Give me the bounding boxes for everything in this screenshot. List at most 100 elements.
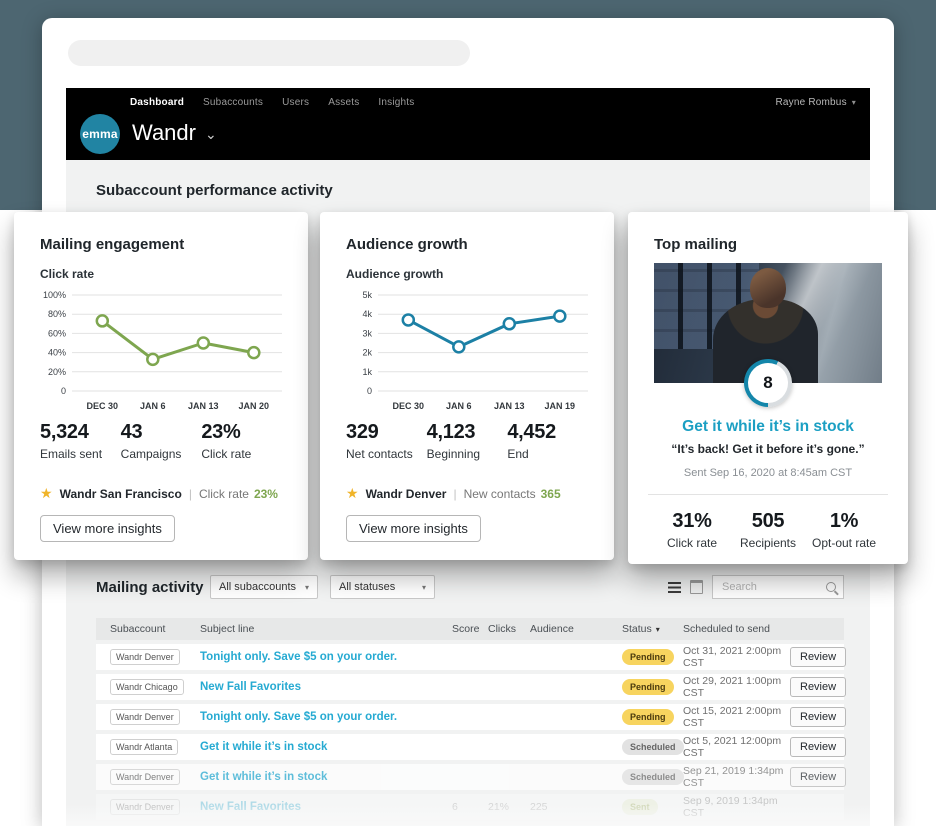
mailing-activity-section: Mailing activity All subaccounts ▾ All s… [96, 575, 847, 820]
subject-link[interactable]: Get it while it’s in stock [200, 771, 452, 783]
top-subaccount-highlight: ★ Wandr Denver | New contacts 365 [346, 485, 588, 502]
page-title: Subaccount performance activity [96, 182, 333, 199]
svg-text:0: 0 [61, 386, 66, 396]
user-menu[interactable]: Rayne Rombus ▾ [775, 97, 856, 108]
stat-label: Click rate [201, 447, 252, 461]
table-row[interactable]: Wandr Chicago New Fall Favorites Pending… [96, 674, 847, 700]
table-row[interactable]: Wandr Denver New Fall Favorites 6 21% 22… [96, 794, 844, 820]
subject-link[interactable]: Get it while it’s in stock [200, 741, 452, 753]
col-status-sort[interactable]: Status ▾ [622, 623, 683, 635]
svg-text:20%: 20% [48, 367, 66, 377]
nav-item-assets[interactable]: Assets [328, 97, 359, 108]
account-name: Wandr [132, 120, 196, 145]
svg-text:0: 0 [367, 386, 372, 396]
review-button[interactable]: Review [790, 767, 847, 787]
subaccount-pill: Wandr Atlanta [110, 739, 179, 755]
top-nav: Dashboard Subaccounts Users Assets Insig… [130, 97, 856, 108]
highlight-metric-label: Click rate [198, 486, 249, 501]
scheduled-text: Oct 31, 2021 2:00pm CST [683, 645, 782, 669]
status-filter[interactable]: All statuses ▾ [330, 575, 435, 599]
subject-link[interactable]: New Fall Favorites [200, 681, 452, 693]
subaccount-filter[interactable]: All subaccounts ▾ [210, 575, 318, 599]
stat-value: 1% [829, 510, 859, 532]
col-subject: Subject line [200, 623, 255, 635]
stat-value: 43 [120, 421, 143, 443]
svg-text:DEC 30: DEC 30 [87, 401, 119, 411]
separator: | [453, 486, 457, 501]
stat-label: Beginning [426, 447, 481, 461]
scheduled-text: Sep 21, 2019 1:34pm CST [683, 765, 784, 789]
review-button[interactable]: Review [790, 677, 847, 697]
click-rate-chart: 0 20% 40% 60% 80% 100% DEC 30 JAN 6 JAN 13 JAN 20 [40, 285, 282, 417]
status-badge: Pending [622, 709, 674, 725]
stat-label: Campaigns [120, 447, 182, 461]
nav-item-users[interactable]: Users [282, 97, 309, 108]
subaccount-pill: Wandr Denver [110, 799, 180, 815]
list-view-icon[interactable] [668, 581, 681, 593]
user-name: Rayne Rombus [775, 97, 847, 108]
clicks-value: 21% [488, 801, 510, 813]
svg-text:40%: 40% [48, 348, 66, 358]
highlight-metric-label: New contacts [463, 486, 536, 501]
stats-row: 31% Click rate 505 Recipients 1% Opt-out… [654, 495, 882, 550]
status-badge: Pending [622, 679, 674, 695]
subject-link[interactable]: Tonight only. Save $5 on your order. [200, 651, 452, 663]
stat-value: 5,324 [40, 421, 89, 443]
mailing-engagement-card: Mailing engagement Click rate 0 20% 40% 60%… [14, 212, 308, 560]
stat-label: Opt-out rate [811, 536, 877, 550]
col-status: Status [622, 623, 652, 635]
scheduled-text: Oct 15, 2021 2:00pm CST [683, 705, 782, 729]
audience-growth-card: Audience growth Audience growth 0 1k 2k 3k 4… [320, 212, 614, 560]
search-input[interactable] [720, 580, 826, 594]
status-badge: Scheduled [622, 769, 684, 785]
calendar-view-icon[interactable] [690, 580, 703, 594]
view-more-insights-button[interactable]: View more insights [40, 515, 175, 542]
chevron-down-icon: ▾ [851, 98, 856, 107]
app-navbar: Dashboard Subaccounts Users Assets Insig… [66, 88, 870, 160]
stat-label: End [507, 447, 529, 461]
svg-text:2k: 2k [362, 348, 372, 358]
status-badge: Scheduled [622, 739, 684, 755]
account-switcher[interactable]: Wandr ⌄ [132, 120, 217, 146]
svg-text:JAN 20: JAN 20 [239, 401, 270, 411]
review-button[interactable]: Review [790, 737, 847, 757]
scheduled-text: Oct 29, 2021 1:00pm CST [683, 675, 782, 699]
scheduled-text: Oct 5, 2021 12:00pm CST [683, 735, 782, 759]
top-mailing-link[interactable]: Get it while it’s in stock [654, 418, 882, 436]
mailing-score-value: 8 [748, 363, 788, 403]
table-row[interactable]: Wandr Atlanta Get it while it’s in stock… [96, 734, 847, 760]
stat-value: 505 [751, 510, 785, 532]
subject-link[interactable]: New Fall Favorites [200, 801, 452, 813]
nav-item-insights[interactable]: Insights [378, 97, 414, 108]
status-badge: Pending [622, 649, 674, 665]
svg-text:DEC 30: DEC 30 [393, 401, 425, 411]
chevron-down-icon: ▾ [421, 582, 426, 592]
table-row[interactable]: Wandr Denver Tonight only. Save $5 on yo… [96, 704, 847, 730]
stat-value: 23% [201, 421, 241, 443]
page: Dashboard Subaccounts Users Assets Insig… [0, 0, 936, 826]
review-button[interactable]: Review [790, 707, 847, 727]
emma-logo[interactable]: emma [80, 114, 120, 154]
mailing-preview-image: 8 [654, 263, 882, 407]
audience-growth-chart: 0 1k 2k 3k 4k 5k DEC 30 JAN 6 JAN 13 JAN 19 [346, 285, 588, 417]
audience-value: 225 [530, 801, 548, 813]
subject-link[interactable]: Tonight only. Save $5 on your order. [200, 711, 452, 723]
chevron-down-icon: ▾ [304, 582, 309, 592]
nav-item-dashboard[interactable]: Dashboard [130, 97, 184, 108]
emma-logo-text: emma [82, 127, 118, 141]
mailing-activity-title: Mailing activity [96, 578, 204, 596]
nav-item-subaccounts[interactable]: Subaccounts [203, 97, 263, 108]
scheduled-text: Sep 9, 2019 1:34pm CST [683, 795, 778, 819]
svg-text:4k: 4k [362, 309, 372, 319]
svg-text:JAN 19: JAN 19 [545, 401, 576, 411]
table-row[interactable]: Wandr Denver Tonight only. Save $5 on yo… [96, 644, 847, 670]
stat-label: Emails sent [40, 447, 103, 461]
sort-desc-icon: ▾ [655, 624, 660, 634]
table-row[interactable]: Wandr Denver Get it while it’s in stock … [96, 764, 847, 790]
card-title: Audience growth [346, 236, 468, 253]
svg-text:5k: 5k [362, 290, 372, 300]
top-mailing-sent-date: Sent Sep 16, 2020 at 8:45am CST [683, 467, 853, 479]
address-bar[interactable] [68, 40, 470, 66]
review-button[interactable]: Review [790, 647, 847, 667]
view-more-insights-button[interactable]: View more insights [346, 515, 481, 542]
